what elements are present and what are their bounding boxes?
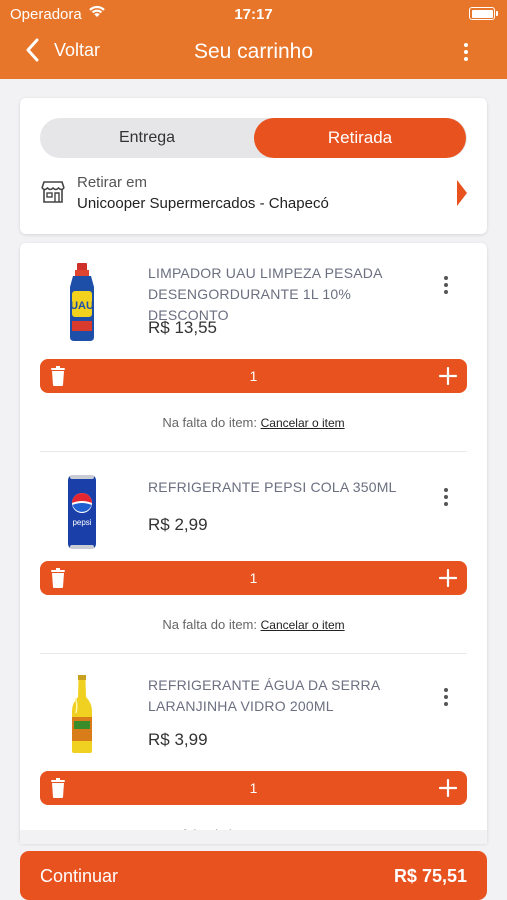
missing-item-label: Na falta do item: [162, 617, 257, 632]
quantity-stepper: 1 [40, 771, 467, 805]
item-options-icon[interactable] [443, 488, 449, 506]
missing-item-label: Na falta do item: [162, 415, 257, 430]
chevron-right-icon[interactable] [457, 180, 467, 206]
missing-item-option: Na falta do item: Cancelar o item [20, 415, 487, 430]
quantity-value: 1 [249, 368, 258, 384]
svg-text:pepsi: pepsi [72, 518, 91, 527]
list-bottom-edge [20, 830, 487, 844]
product-image-pepsi: pepsi [68, 475, 96, 549]
divider [40, 451, 467, 452]
product-image-soda-bottle [72, 675, 92, 753]
cart-total: R$ 75,51 [393, 866, 467, 886]
plus-icon[interactable] [439, 367, 457, 385]
store-icon [41, 181, 65, 203]
item-price: R$ 2,99 [148, 515, 208, 534]
continue-button[interactable]: Continuar R$ 75,51 [20, 851, 487, 900]
list-item: UAU LIMPADOR UAU LIMPEZA PESADA DESENGOR… [20, 243, 487, 453]
pickup-store-name: Unicooper Supermercados - Chapecó [77, 195, 329, 212]
plus-icon[interactable] [439, 569, 457, 587]
battery-icon [469, 7, 498, 20]
app-header: Operadora 17:17 Voltar Seu carrinho [0, 0, 507, 79]
list-item: REFRIGERANTE ÁGUA DA SERRA LARANJINHA VI… [20, 655, 487, 843]
more-options-icon[interactable] [463, 43, 469, 61]
delivery-mode-card: Entrega Retirada Retirar em Unicooper Su… [20, 98, 487, 234]
svg-text:UAU: UAU [70, 300, 94, 312]
item-name: REFRIGERANTE ÁGUA DA SERRA LARANJINHA VI… [148, 677, 380, 714]
cancel-item-link[interactable]: Cancelar o item [261, 416, 345, 430]
item-price: R$ 3,99 [148, 730, 208, 749]
delivery-mode-toggle: Entrega Retirada [40, 118, 467, 158]
continue-label: Continuar [40, 866, 119, 886]
pickup-label: Retirar em [77, 174, 148, 191]
tab-entrega[interactable]: Entrega [40, 118, 254, 158]
list-item: pepsi REFRIGERANTE PEPSI COLA 350ML R$ 2… [20, 453, 487, 655]
item-options-icon[interactable] [443, 276, 449, 294]
item-price: R$ 13,55 [148, 318, 217, 337]
plus-icon[interactable] [439, 779, 457, 797]
quantity-value: 1 [249, 780, 258, 796]
cancel-item-link[interactable]: Cancelar o item [261, 618, 345, 632]
divider [40, 653, 467, 654]
cart-items-list: UAU LIMPADOR UAU LIMPEZA PESADA DESENGOR… [20, 243, 487, 843]
item-name: LIMPADOR UAU LIMPEZA PESADA DESENGORDURA… [148, 265, 382, 323]
clock: 17:17 [234, 6, 273, 23]
quantity-stepper: 1 [40, 561, 467, 595]
quantity-value: 1 [249, 570, 258, 586]
missing-item-option: Na falta do item: Cancelar o item [20, 617, 487, 632]
item-name: REFRIGERANTE PEPSI COLA 350ML [148, 479, 397, 495]
status-bar: Operadora 17:17 [0, 0, 507, 28]
tab-retirada[interactable]: Retirada [254, 118, 466, 158]
page-title: Seu carrinho [193, 40, 314, 63]
product-image-cleaner: UAU [70, 263, 94, 341]
quantity-stepper: 1 [40, 359, 467, 393]
item-options-icon[interactable] [443, 688, 449, 706]
